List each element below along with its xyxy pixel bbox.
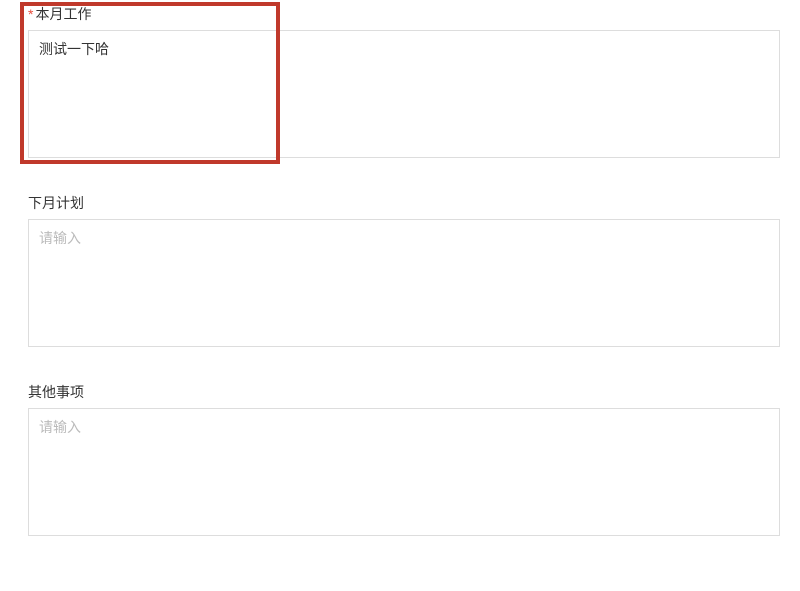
form-group-next-month-plan: 下月计划	[28, 193, 780, 352]
label-text: 其他事项	[28, 384, 84, 400]
label-current-month-work: *本月工作	[28, 4, 780, 24]
form-group-current-month-work: *本月工作	[28, 4, 780, 163]
label-text: 下月计划	[28, 195, 84, 211]
form-container: *本月工作 下月计划 其他事项	[0, 0, 800, 591]
label-other-matters: 其他事项	[28, 382, 780, 402]
required-mark-icon: *	[28, 6, 33, 22]
textarea-other-matters[interactable]	[28, 408, 780, 536]
label-text: 本月工作	[35, 6, 91, 22]
textarea-next-month-plan[interactable]	[28, 219, 780, 347]
form-group-other-matters: 其他事项	[28, 382, 780, 541]
label-next-month-plan: 下月计划	[28, 193, 780, 213]
textarea-current-month-work[interactable]	[28, 30, 780, 158]
